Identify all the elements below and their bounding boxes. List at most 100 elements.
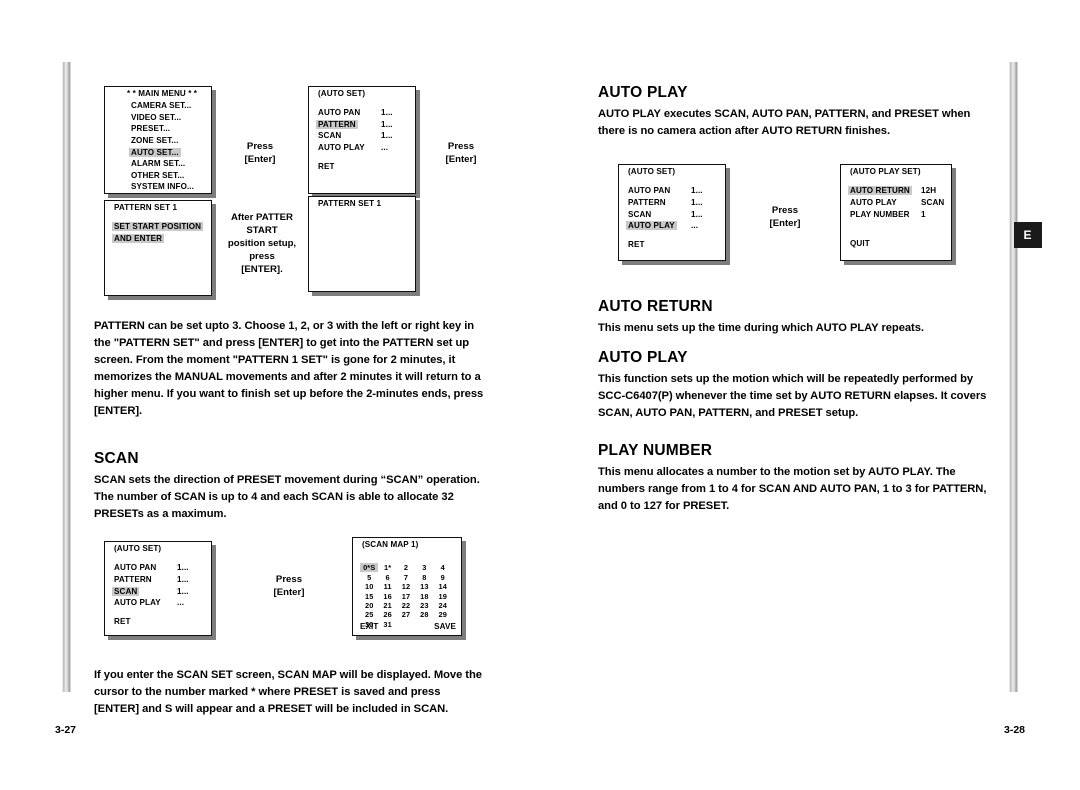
scan-map-cell-6[interactable]: 6 [378, 573, 396, 582]
press-enter-note-1: Press [Enter] [244, 141, 276, 165]
osd-auto-set-box-autoplay[interactable]: (AUTO SET) AUTO PAN 1... PATTERN 1... SC… [618, 164, 726, 262]
scan-map-cell-27[interactable]: 27 [397, 610, 415, 619]
osd-footer-quit[interactable]: QUIT [841, 238, 951, 250]
osd-item-auto-pan[interactable]: AUTO PAN 1... [619, 185, 725, 197]
osd-spacer [105, 555, 211, 562]
scan-map-footer: EXIT SAVE [360, 622, 456, 631]
scan-setup-diagram: (AUTO SET) AUTO PAN 1... PATTERN 1... SC… [94, 535, 486, 647]
scan-map-cell-14[interactable]: 14 [434, 582, 452, 591]
osd-menu-item-system-info[interactable]: SYSTEM INFO... [105, 181, 211, 193]
osd-item-auto-play[interactable]: AUTO PLAY ... [619, 220, 725, 232]
scan-map-exit-button[interactable]: EXIT [360, 622, 378, 631]
scan-map-cell-7[interactable]: 7 [397, 573, 415, 582]
page-number-right: 3-28 [1003, 724, 1025, 736]
scan-map-row: 0*S 1* 2 3 4 [360, 563, 452, 573]
osd-pattern-set-box-2[interactable]: PATTERN SET 1 [308, 196, 416, 292]
scan-map-cell-0[interactable]: 0*S [360, 563, 379, 573]
osd-title: PATTERN SET 1 [114, 203, 178, 212]
scan-heading: SCAN [94, 450, 139, 468]
osd-item-auto-pan[interactable]: AUTO PAN 1... [309, 107, 415, 119]
scan-map-grid[interactable]: 0*S 1* 2 3 4 5 6 7 8 9 10 11 12 13 14 15… [360, 563, 452, 629]
auto-play-paragraph: AUTO PLAY executes SCAN, AUTO PAN, PATTE… [598, 108, 971, 138]
osd-menu-item-zone-set[interactable]: ZONE SET... [105, 135, 211, 147]
osd-spacer [105, 609, 211, 616]
scan-map-cell-25[interactable]: 25 [360, 610, 378, 619]
scan-map-cell-18[interactable]: 18 [415, 592, 433, 601]
osd-item-auto-play[interactable]: AUTO PLAY SCAN [841, 197, 951, 209]
scan-map-cell-4[interactable]: 4 [434, 563, 452, 572]
scan-map-cell-16[interactable]: 16 [378, 592, 396, 601]
osd-spacer [619, 178, 725, 185]
scan-map-save-button[interactable]: SAVE [434, 622, 456, 631]
osd-footer-ret[interactable]: RET [619, 238, 725, 250]
page-spine-right [1009, 62, 1018, 692]
osd-scan-map-box[interactable]: (SCAN MAP 1) 0*S 1* 2 3 4 5 6 7 8 9 10 1… [352, 537, 462, 637]
osd-menu-item-auto-set[interactable]: AUTO SET... [105, 146, 211, 158]
scan-map-cell-28[interactable]: 28 [415, 610, 433, 619]
osd-title: (AUTO SET) [628, 167, 676, 177]
scan-map-cell-8[interactable]: 8 [415, 573, 433, 582]
scan-map-cell-5[interactable]: 5 [360, 573, 378, 582]
osd-auto-play-set-box[interactable]: (AUTO PLAY SET) AUTO RETURN 12H AUTO PLA… [840, 164, 952, 262]
osd-item-scan[interactable]: SCAN 1... [105, 585, 211, 597]
scan-map-row: 5 6 7 8 9 [360, 573, 452, 582]
osd-menu-item-other-set[interactable]: OTHER SET... [105, 170, 211, 182]
osd-item-scan[interactable]: SCAN 1... [619, 208, 725, 220]
osd-spacer [309, 153, 415, 160]
osd-menu-item-alarm-set[interactable]: ALARM SET... [105, 158, 211, 170]
osd-item-scan[interactable]: SCAN 1... [309, 130, 415, 142]
osd-auto-set-box[interactable]: (AUTO SET) AUTO PAN 1... PATTERN 1... SC… [308, 86, 416, 194]
osd-item-and-enter[interactable]: AND ENTER [105, 233, 211, 245]
osd-footer-ret[interactable]: RET [309, 160, 415, 172]
osd-footer-ret[interactable]: RET [105, 616, 211, 628]
press-enter-note-4: Press [Enter] [769, 205, 801, 229]
left-page-column: * * MAIN MENU * * CAMERA SET... VIDEO SE… [94, 84, 486, 718]
osd-item-auto-play[interactable]: AUTO PLAY ... [309, 142, 415, 154]
scan-map-cell-1[interactable]: 1* [378, 563, 396, 572]
osd-menu-item-preset[interactable]: PRESET... [105, 123, 211, 135]
scan-map-cell-21[interactable]: 21 [378, 601, 396, 610]
scan-map-cell-22[interactable]: 22 [397, 601, 415, 610]
osd-item-auto-play[interactable]: AUTO PLAY ... [105, 597, 211, 609]
scan-map-cell-26[interactable]: 26 [378, 610, 396, 619]
scan-map-cell-13[interactable]: 13 [415, 582, 433, 591]
osd-main-menu-box[interactable]: * * MAIN MENU * * CAMERA SET... VIDEO SE… [104, 86, 212, 194]
osd-item-pattern[interactable]: PATTERN 1... [619, 197, 725, 209]
scan-map-row: 25 26 27 28 29 [360, 610, 452, 619]
auto-play-heading: AUTO PLAY [598, 84, 688, 101]
scan-map-cell-29[interactable]: 29 [434, 610, 452, 619]
osd-auto-set-box-scan[interactable]: (AUTO SET) AUTO PAN 1... PATTERN 1... SC… [104, 541, 212, 637]
scan-map-cell-3[interactable]: 3 [415, 563, 433, 572]
osd-item-auto-pan[interactable]: AUTO PAN 1... [105, 562, 211, 574]
scan-map-cell-11[interactable]: 11 [378, 582, 396, 591]
scan-map-cell-24[interactable]: 24 [434, 601, 452, 610]
osd-menu-item-camera-set[interactable]: CAMERA SET... [105, 100, 211, 112]
scan-map-cell-23[interactable]: 23 [415, 601, 433, 610]
scan-map-cell-10[interactable]: 10 [360, 582, 378, 591]
scan-map-cell-17[interactable]: 17 [397, 592, 415, 601]
after-pattern-note: After PATTER START position setup, press… [227, 212, 297, 275]
osd-item-auto-return[interactable]: AUTO RETURN 12H [841, 185, 951, 197]
osd-title: (SCAN MAP 1) [362, 540, 419, 550]
scan-map-cell-19[interactable]: 19 [434, 592, 452, 601]
osd-item-set-start-position[interactable]: SET START POSITION [105, 221, 211, 233]
osd-spacer [105, 214, 211, 221]
scan-map-cell-9[interactable]: 9 [434, 573, 452, 582]
scan-map-cell-12[interactable]: 12 [397, 582, 415, 591]
scan-map-cell-20[interactable]: 20 [360, 601, 378, 610]
osd-title: (AUTO SET) [318, 89, 366, 98]
scan-map-cell-2[interactable]: 2 [397, 563, 415, 572]
osd-item-pattern[interactable]: PATTERN 1... [309, 119, 415, 131]
scan-map-cell-15[interactable]: 15 [360, 592, 378, 601]
osd-pattern-set-box[interactable]: PATTERN SET 1 SET START POSITION AND ENT… [104, 200, 212, 296]
osd-item-play-number[interactable]: PLAY NUMBER 1 [841, 208, 951, 220]
osd-item-pattern[interactable]: PATTERN 1... [105, 574, 211, 586]
osd-menu-item-video-set[interactable]: VIDEO SET... [105, 112, 211, 124]
auto-play-heading-2: AUTO PLAY [598, 349, 688, 367]
